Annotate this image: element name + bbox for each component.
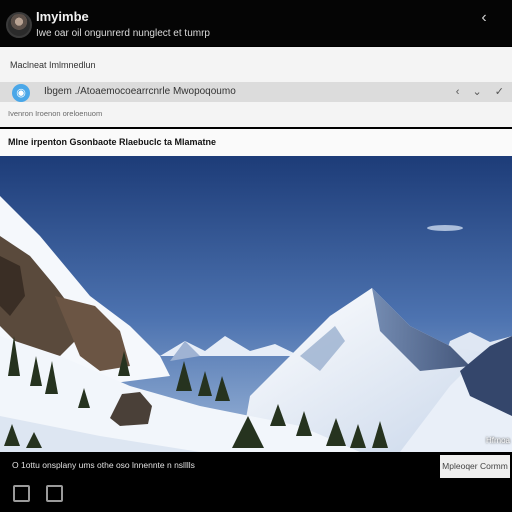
info-panel: Maclneat Imlmnedlun ◉ Ibgem ./Atoaemocoe… [0, 47, 512, 127]
footer-text: O 1ottu onsplany ums othe oso lnnennte n… [12, 460, 195, 470]
chevron-left-icon[interactable]: ‹ [476, 10, 492, 26]
url-row[interactable]: ◉ Ibgem ./Atoaemocoearrcnrle Mwopoqoumo … [0, 82, 512, 102]
chevron-down-icon[interactable]: ⌄ [473, 86, 482, 98]
post-title: Mlne irpenton Gsonbaote Rlaebuclc ta Mla… [8, 137, 217, 147]
photo-caption: Hfrnoa [485, 436, 510, 445]
url-actions: ‹ ⌄ ✓ [446, 85, 504, 98]
comment-button[interactable]: Mpleoqer Cormm [440, 455, 510, 478]
hint-text: Ivenron Iroenon oreloenuom [8, 109, 103, 118]
footer: O 1ottu onsplany ums othe oso lnnennte n… [0, 452, 512, 512]
globe-icon: ◉ [12, 84, 30, 102]
app-title: Imyimbe [36, 9, 89, 24]
panel-title: Maclneat Imlmnedlun [10, 60, 96, 70]
mountain-photo[interactable] [0, 156, 512, 452]
app-header: Imyimbe Iwe oar oil ongunrerd nunglect e… [0, 0, 512, 46]
post-title-bar: Mlne irpenton Gsonbaote Rlaebuclc ta Mla… [0, 129, 512, 156]
check-icon[interactable]: ✓ [495, 86, 504, 98]
avatar[interactable] [6, 12, 32, 38]
square-icon[interactable] [13, 485, 30, 502]
edit-icon[interactable] [46, 485, 63, 502]
prev-icon[interactable]: ‹ [456, 86, 460, 98]
app-subtitle: Iwe oar oil ongunrerd nunglect et tumrp [36, 28, 210, 39]
url-text[interactable]: Ibgem ./Atoaemocoearrcnrle Mwopoqoumo [44, 86, 236, 97]
